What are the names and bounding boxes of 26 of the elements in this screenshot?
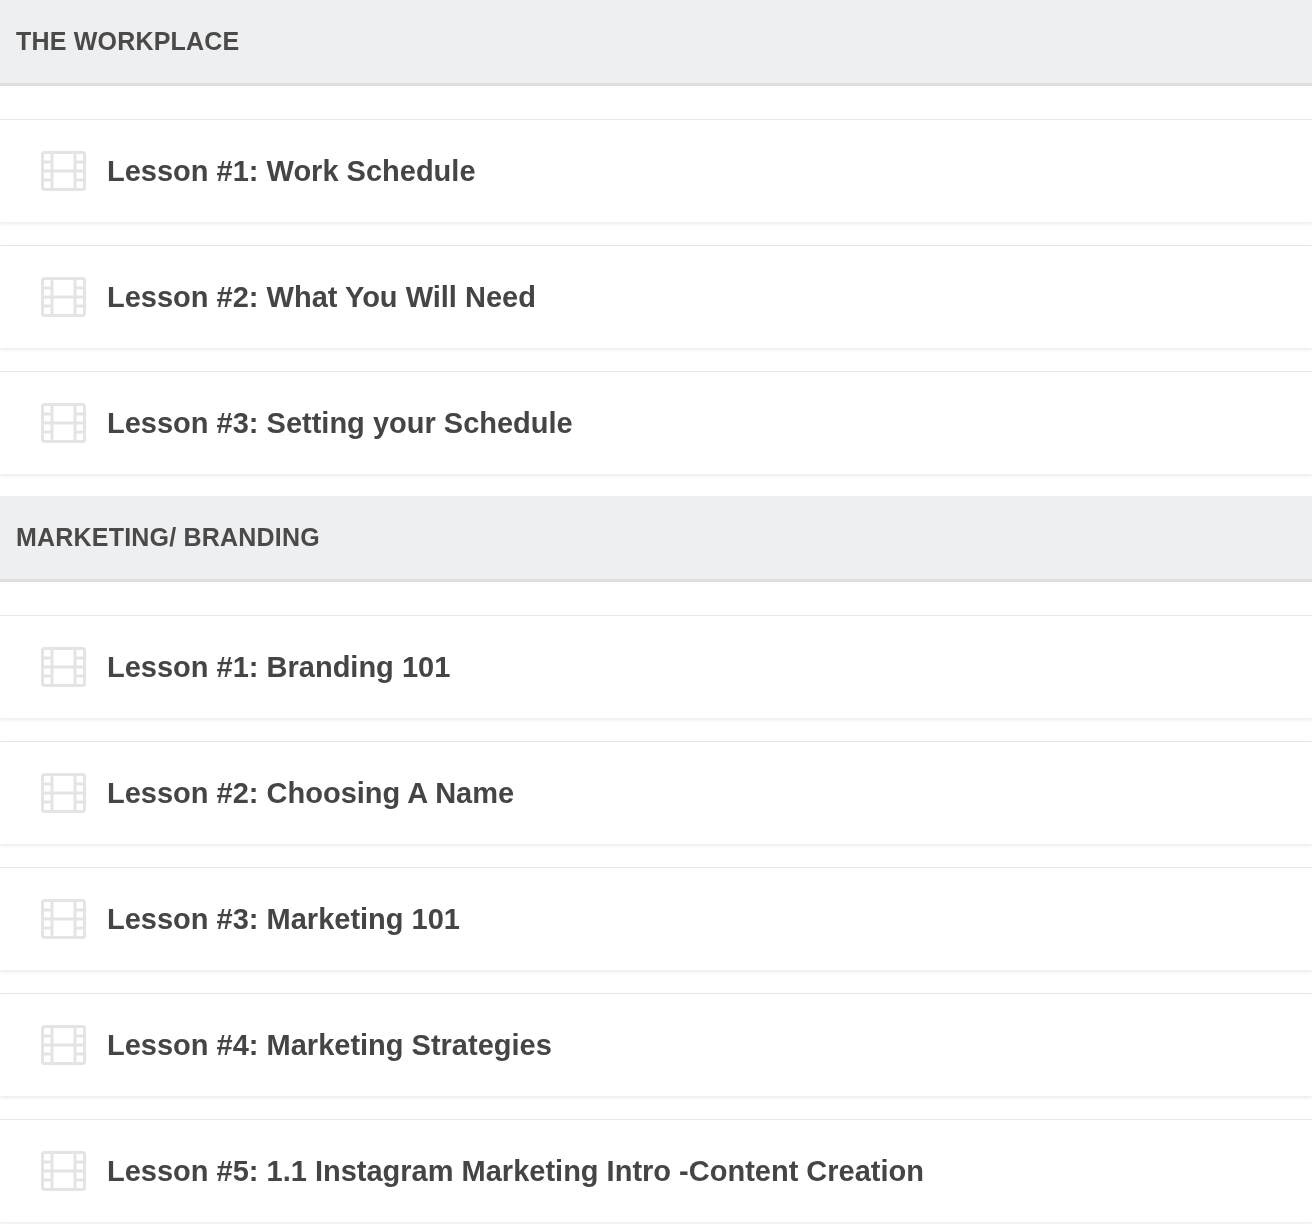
lesson-title: Lesson #2: What You Will Need [107, 280, 536, 314]
lesson-item[interactable]: Lesson #1: Work Schedule [0, 119, 1312, 222]
lesson-item[interactable]: Lesson #5: 1.1 Instagram Marketing Intro -Content Creation [0, 1119, 1312, 1222]
film-icon [41, 1025, 86, 1065]
section-title: THE WORKPLACE [16, 27, 240, 56]
lesson-title: Lesson #3: Setting your Schedule [107, 406, 573, 440]
lesson-item[interactable]: Lesson #1: Branding 101 [0, 615, 1312, 718]
lesson-title: Lesson #4: Marketing Strategies [107, 1028, 552, 1062]
lesson-title: Lesson #2: Choosing A Name [107, 776, 515, 810]
film-icon [41, 1151, 86, 1191]
lesson-item[interactable]: Lesson #3: Setting your Schedule [0, 371, 1312, 474]
lesson-title: Lesson #5: 1.1 Instagram Marketing Intro -Content Creation [107, 1154, 924, 1188]
film-icon [41, 899, 86, 939]
film-icon [41, 773, 86, 813]
lesson-item[interactable]: Lesson #4: Marketing Strategies [0, 993, 1312, 1096]
lesson-title: Lesson #1: Work Schedule [107, 154, 476, 188]
section-title: MARKETING/ BRANDING [16, 523, 320, 552]
film-icon [41, 277, 86, 317]
lesson-title: Lesson #3: Marketing 101 [107, 902, 460, 936]
lesson-item[interactable]: Lesson #2: What You Will Need [0, 245, 1312, 348]
lesson-title: Lesson #1: Branding 101 [107, 650, 451, 684]
lesson-item[interactable]: Lesson #2: Choosing A Name [0, 741, 1312, 844]
film-icon [41, 151, 86, 191]
lesson-item[interactable]: Lesson #3: Marketing 101 [0, 867, 1312, 970]
film-icon [41, 647, 86, 687]
film-icon [41, 403, 86, 443]
